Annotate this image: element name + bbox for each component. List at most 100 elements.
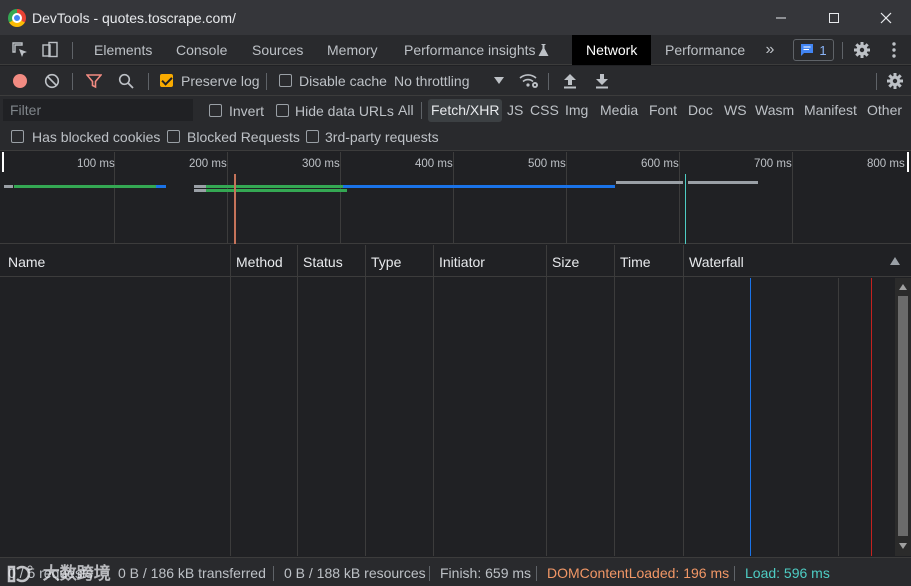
tab-network[interactable]: Network [572, 35, 652, 65]
dom-content-loaded-marker [234, 174, 236, 244]
status-divider [429, 566, 430, 581]
record-icon[interactable] [11, 72, 29, 90]
status-load: Load: 596 ms [745, 565, 830, 581]
import-har-upload-icon[interactable] [561, 72, 579, 90]
status-divider [536, 566, 537, 581]
tab-memory[interactable]: Memory [327, 35, 378, 65]
blocked-requests-checkbox[interactable] [167, 130, 180, 143]
hide-data-urls-checkbox[interactable] [276, 104, 289, 117]
type-filter-css[interactable]: CSS [527, 99, 562, 122]
network-toolbar: Preserve log Disable cache No throttling [0, 66, 911, 96]
column-divider[interactable] [297, 245, 298, 556]
third-party-requests-label: 3rd-party requests [325, 129, 439, 145]
maximize-icon[interactable] [808, 0, 860, 35]
message-icon [801, 44, 814, 56]
settings-gear-icon[interactable] [852, 40, 872, 60]
toolbar-divider [266, 73, 267, 90]
more-options-icon[interactable] [884, 40, 904, 60]
filter-icon[interactable] [85, 72, 103, 90]
tab-sources[interactable]: Sources [252, 35, 303, 65]
toolbar-divider [148, 73, 149, 90]
scroll-down-arrow-icon[interactable] [898, 541, 908, 551]
column-header-initiator[interactable]: Initiator [433, 245, 485, 277]
overview-tick-label: 700 ms [754, 158, 792, 170]
disable-cache-checkbox[interactable] [279, 74, 292, 87]
overview-tick-label: 200 ms [189, 158, 227, 170]
toolbar-divider [548, 73, 549, 90]
column-divider[interactable] [230, 245, 231, 556]
minimize-icon[interactable] [755, 0, 807, 35]
column-divider[interactable] [365, 245, 366, 556]
type-filter-all[interactable]: All [395, 99, 417, 122]
type-filter-media[interactable]: Media [597, 99, 641, 122]
waterfall-load-line [871, 278, 872, 556]
filter-input[interactable] [3, 99, 193, 121]
column-divider[interactable] [433, 245, 434, 556]
chevron-double-right-icon[interactable]: » [760, 40, 780, 60]
tab-performance[interactable]: Performance [665, 35, 745, 65]
type-filter-img[interactable]: Img [562, 99, 591, 122]
clear-icon[interactable] [43, 72, 61, 90]
overview-gridline [227, 152, 228, 244]
type-filter-divider [421, 102, 422, 119]
chevron-down-icon[interactable] [493, 74, 505, 88]
invert-checkbox[interactable] [209, 104, 222, 117]
issues-counter-button[interactable]: 1 [793, 39, 834, 61]
network-settings-gear-icon[interactable] [885, 72, 905, 90]
column-header-size[interactable]: Size [546, 245, 579, 277]
column-header-type[interactable]: Type [365, 245, 401, 277]
overview-left-handle[interactable] [2, 152, 4, 172]
type-filter-doc[interactable]: Doc [685, 99, 716, 122]
tab-performance-insights[interactable]: Performance insights [404, 35, 536, 65]
tab-elements[interactable]: Elements [94, 35, 152, 65]
type-filter-ws[interactable]: WS [721, 99, 750, 122]
tab-divider [842, 42, 843, 59]
tab-console[interactable]: Console [176, 35, 227, 65]
tab-divider [72, 42, 73, 59]
requests-table-body [0, 278, 895, 556]
type-filter-js[interactable]: JS [504, 99, 526, 122]
close-icon[interactable] [860, 0, 911, 35]
type-filter-wasm[interactable]: Wasm [752, 99, 797, 122]
third-party-requests-checkbox[interactable] [306, 130, 319, 143]
column-divider[interactable] [546, 245, 547, 556]
column-header-method[interactable]: Method [230, 245, 283, 277]
type-filter-font[interactable]: Font [646, 99, 680, 122]
scroll-up-arrow-icon[interactable] [898, 282, 908, 292]
overview-tick-label: 100 ms [77, 158, 115, 170]
overview-request-bar [156, 185, 166, 188]
toolbar-divider [876, 73, 877, 90]
device-toolbar-icon[interactable] [40, 40, 60, 60]
overview-request-bar [206, 189, 347, 192]
vertical-scrollbar[interactable] [895, 278, 911, 556]
search-icon[interactable] [117, 72, 135, 90]
window-titlebar: DevTools - quotes.toscrape.com/ [0, 0, 911, 35]
network-overview-timeline[interactable]: 100 ms 200 ms 300 ms 400 ms 500 ms 600 m… [0, 152, 911, 244]
export-har-download-icon[interactable] [593, 72, 611, 90]
panel-tab-bar: Elements Console Sources Memory Performa… [0, 35, 911, 65]
inspect-element-icon[interactable] [10, 40, 30, 60]
column-header-waterfall[interactable]: Waterfall [683, 245, 744, 277]
scrollbar-thumb[interactable] [898, 296, 908, 536]
type-filter-manifest[interactable]: Manifest [801, 99, 860, 122]
sort-ascending-icon[interactable] [889, 255, 901, 267]
overview-right-handle[interactable] [907, 152, 909, 172]
column-divider[interactable] [614, 245, 615, 556]
filter-bar: Invert Hide data URLs All Fetch/XHR JS C… [0, 96, 911, 125]
throttling-select[interactable]: No throttling [394, 73, 469, 89]
column-header-time[interactable]: Time [614, 245, 651, 277]
overview-tick-label: 500 ms [528, 158, 566, 170]
preserve-log-checkbox[interactable] [160, 74, 173, 87]
column-header-status[interactable]: Status [297, 245, 343, 277]
type-filter-fetch-xhr[interactable]: Fetch/XHR [428, 99, 503, 122]
filter-bar-secondary: Has blocked cookies Blocked Requests 3rd… [0, 125, 911, 151]
column-divider[interactable] [683, 245, 684, 556]
has-blocked-cookies-checkbox[interactable] [11, 130, 24, 143]
requests-table-header: Name Method Status Type Initiator Size T… [0, 245, 911, 277]
type-filter-other[interactable]: Other [864, 99, 905, 122]
column-header-name[interactable]: Name [2, 245, 45, 277]
hide-data-urls-label: Hide data URLs [295, 103, 394, 119]
network-conditions-icon[interactable] [518, 72, 540, 90]
status-resources: 0 B / 188 kB resources [284, 565, 426, 581]
overview-request-bar [688, 181, 758, 184]
